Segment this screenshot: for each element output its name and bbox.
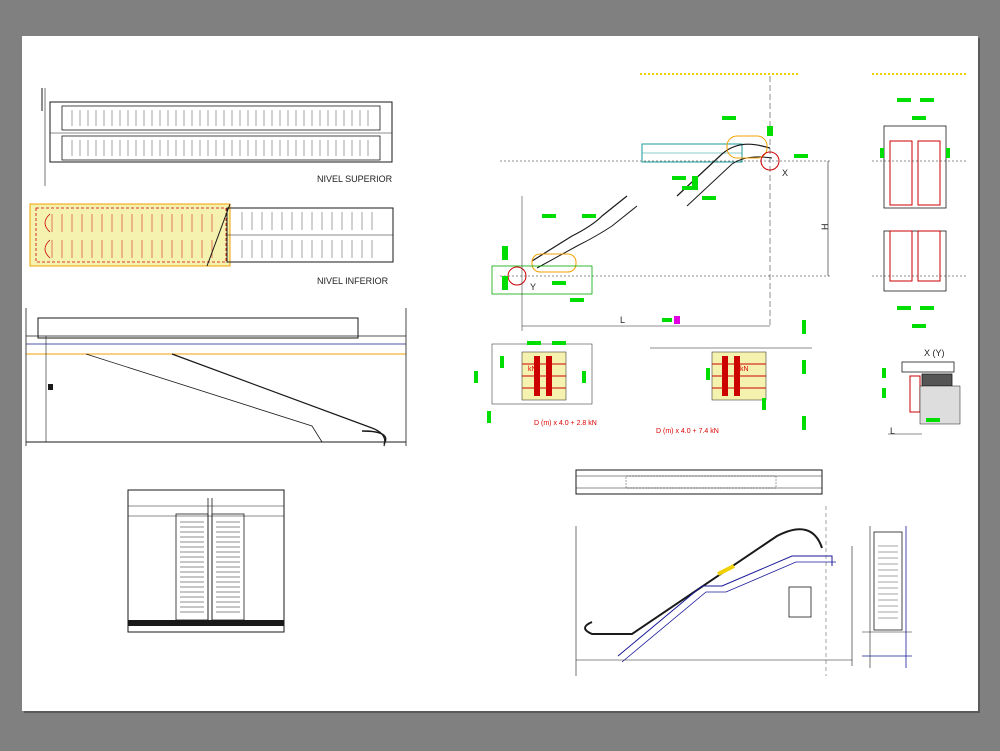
label-h: H xyxy=(820,224,830,231)
kn-label-1: kN xyxy=(528,366,537,373)
side-elevation-dimensioned: X Y L H xyxy=(491,73,830,331)
detail-xy: X (Y) L xyxy=(882,348,961,436)
bottom-plan-strip xyxy=(575,469,823,495)
detail-l-label: L xyxy=(890,426,895,436)
bottom-side-elevation xyxy=(575,506,853,676)
load-label-right: D (m) x 4.0 + 7.4 kN xyxy=(656,428,719,435)
front-elevation xyxy=(127,489,285,633)
label-l: L xyxy=(620,315,625,325)
drawing-sheet: NIVEL SUPERIOR NIVEL INFERIOR X Y L H X … xyxy=(22,36,978,711)
kn-label-2: kN xyxy=(740,366,749,373)
load-label-left: D (m) x 4.0 + 2.8 kN xyxy=(534,420,597,427)
plan-view-lower: NIVEL INFERIOR xyxy=(29,203,394,286)
section-view-long xyxy=(25,308,407,447)
plan-view-upper: NIVEL SUPERIOR xyxy=(41,88,393,186)
load-diagram-left: kN D (m) x 4.0 + 2.8 kN xyxy=(474,341,597,427)
bottom-section-narrow xyxy=(862,526,912,668)
label-x: X xyxy=(782,168,788,178)
cad-drawing: NIVEL SUPERIOR NIVEL INFERIOR X Y L H X … xyxy=(25,73,968,676)
detail-xy-label: X (Y) xyxy=(924,348,945,358)
nivel-superior-label: NIVEL SUPERIOR xyxy=(317,174,393,184)
cross-section-widths xyxy=(872,73,968,328)
label-y: Y xyxy=(530,282,536,292)
nivel-inferior-label: NIVEL INFERIOR xyxy=(317,276,389,286)
load-diagram-right: kN D (m) x 4.0 + 7.4 kN xyxy=(650,320,812,435)
